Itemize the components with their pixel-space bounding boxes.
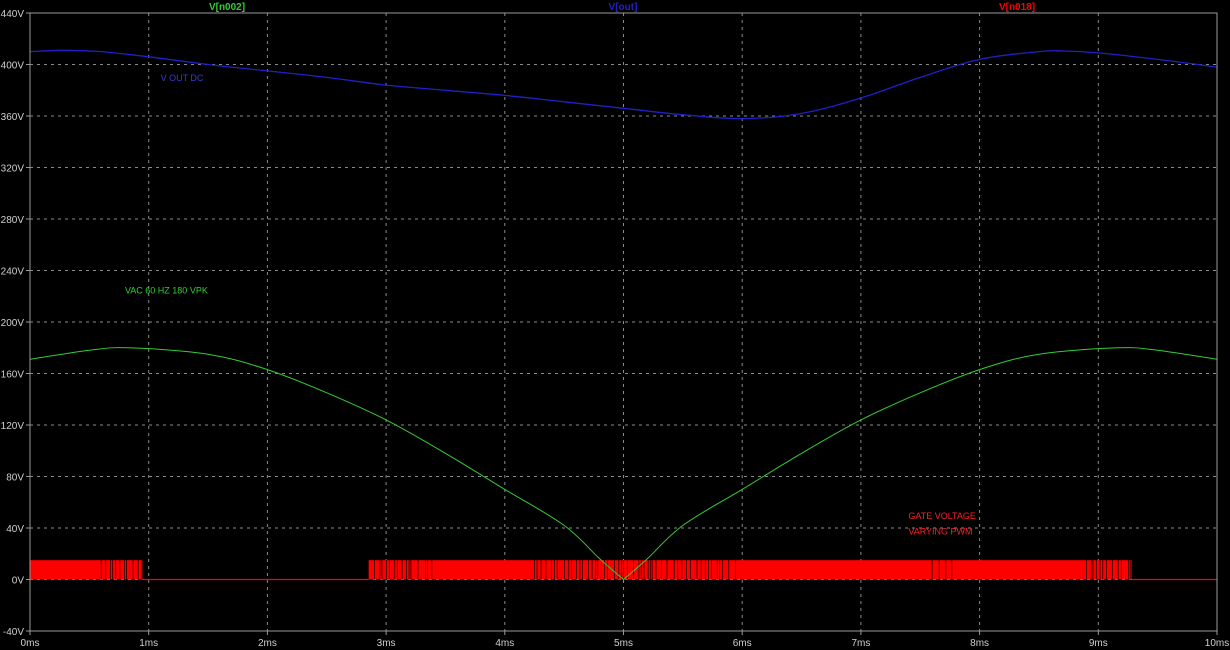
x-tick-label: 6ms xyxy=(733,638,752,649)
y-tick-label: 440V xyxy=(1,9,25,20)
annotation-text: GATE VOLTAGE xyxy=(908,511,976,521)
y-tick-label: 280V xyxy=(1,215,25,226)
x-tick-label: 0ms xyxy=(21,638,40,649)
y-tick-label: 120V xyxy=(1,421,25,432)
annotation-text: VARYING PWM xyxy=(908,526,972,536)
x-tick-label: 9ms xyxy=(1089,638,1108,649)
y-tick-label: 360V xyxy=(1,112,25,123)
x-tick-label: 3ms xyxy=(377,638,396,649)
y-tick-label: -40V xyxy=(3,627,24,638)
annotation-text: VAC 60 HZ 180 VPK xyxy=(125,286,208,296)
y-tick-label: 160V xyxy=(1,370,25,381)
plot-background xyxy=(0,0,1230,650)
legend-entry: V[n002] xyxy=(209,2,245,13)
x-tick-label: 5ms xyxy=(614,638,633,649)
y-tick-label: 320V xyxy=(1,164,25,175)
y-tick-label: 400V xyxy=(1,61,25,72)
x-tick-label: 10ms xyxy=(1205,638,1229,649)
y-tick-label: 200V xyxy=(1,318,25,329)
pwm-block xyxy=(30,560,143,580)
y-tick-label: 80V xyxy=(6,473,24,484)
x-tick-label: 2ms xyxy=(258,638,277,649)
x-tick-label: 4ms xyxy=(495,638,514,649)
x-tick-label: 1ms xyxy=(139,638,158,649)
y-tick-label: 240V xyxy=(1,267,25,278)
annotation-text: V OUT DC xyxy=(161,73,204,83)
y-tick-label: 0V xyxy=(12,576,25,587)
legend-entry: V[out] xyxy=(609,2,638,13)
legend-entry: V[n018] xyxy=(999,2,1035,13)
plot-area[interactable]: 0ms 1ms 2ms 3ms 4ms 5ms 6ms 7ms 8ms 9ms 10ms -40V 0V… xyxy=(0,0,1230,650)
x-tick-label: 8ms xyxy=(970,638,989,649)
pwm-block xyxy=(368,560,1132,580)
y-tick-label: 40V xyxy=(6,524,24,535)
x-tick-label: 7ms xyxy=(851,638,870,649)
